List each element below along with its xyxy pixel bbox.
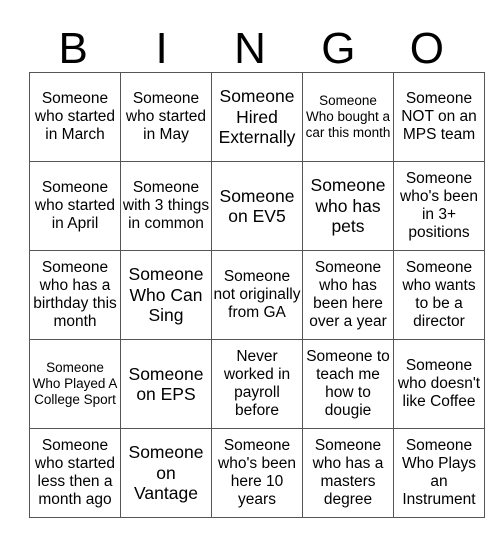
grid-row: Someone Who Played A College Sport Someo… (29, 339, 485, 429)
bingo-cell[interactable]: Someone who has pets (302, 161, 394, 251)
grid-row: Someone who has a birthday this month So… (29, 250, 485, 340)
bingo-cell[interactable]: Someone who doesn't like Coffee (393, 339, 485, 429)
header-letter-i: I (155, 24, 168, 73)
header-letter-n: N (234, 24, 266, 73)
header-letter-o: O (409, 24, 444, 73)
bingo-cell[interactable]: Someone Who Plays an Instrument (393, 428, 485, 518)
bingo-cell[interactable]: Someone who has a birthday this month (29, 250, 121, 340)
header-letter-g: G (321, 24, 356, 73)
bingo-cell[interactable]: Someone on Vantage (120, 428, 212, 518)
bingo-cell[interactable]: Someone Who Played A College Sport (29, 339, 121, 429)
bingo-cell[interactable]: Someone with 3 things in common (120, 161, 212, 251)
bingo-cell[interactable]: Someone who started in May (120, 72, 212, 162)
bingo-grid: Someone who started in March Someone who… (29, 72, 485, 518)
bingo-cell[interactable]: Someone NOT on an MPS team (393, 72, 485, 162)
bingo-cell[interactable]: Someone Who Can Sing (120, 250, 212, 340)
grid-row: Someone who started in April Someone wit… (29, 161, 485, 251)
bingo-cell[interactable]: Someone on EPS (120, 339, 212, 429)
bingo-cell[interactable]: Someone who has a masters degree (302, 428, 394, 518)
bingo-cell[interactable]: Someone on EV5 (211, 161, 303, 251)
bingo-cell[interactable]: Someone who's been in 3+ positions (393, 161, 485, 251)
bingo-cell[interactable]: Someone who started in March (29, 72, 121, 162)
bingo-cell[interactable]: Someone Who bought a car this month (302, 72, 394, 162)
grid-row: Someone who started less then a month ag… (29, 428, 485, 518)
bingo-cell[interactable]: Someone to teach me how to dougie (302, 339, 394, 429)
bingo-cell[interactable]: Someone who's been here 10 years (211, 428, 303, 518)
bingo-cell[interactable]: Someone not originally from GA (211, 250, 303, 340)
bingo-cell[interactable]: Someone who wants to be a director (393, 250, 485, 340)
bingo-cell[interactable]: Someone who has been here over a year (302, 250, 394, 340)
bingo-cell[interactable]: Never worked in payroll before (211, 339, 303, 429)
bingo-cell[interactable]: Someone who started in April (29, 161, 121, 251)
header-letter-b: B (58, 24, 88, 73)
bingo-header: B I N G O (29, 25, 471, 72)
bingo-cell[interactable]: Someone Hired Externally (211, 72, 303, 162)
bingo-cell[interactable]: Someone who started less then a month ag… (29, 428, 121, 518)
grid-row: Someone who started in March Someone who… (29, 72, 485, 162)
